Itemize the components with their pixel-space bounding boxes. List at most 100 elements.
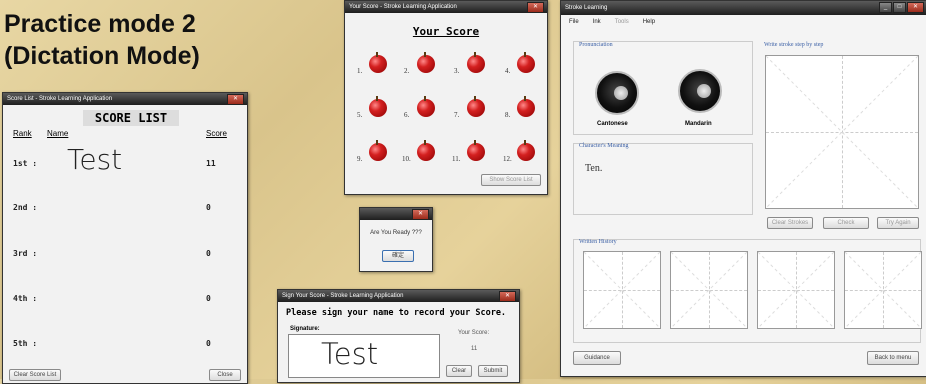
apple-number: 5. [357, 111, 363, 119]
history-label: Written History [579, 239, 617, 245]
rank-label: 1st : [13, 159, 38, 168]
close-icon[interactable]: ✕ [227, 94, 244, 105]
your-score-label: Your Score: [458, 330, 490, 336]
score-name: Test [67, 143, 123, 176]
try-again-button[interactable]: Try Again [877, 217, 919, 229]
score-list-titlebar: Score List - Stroke Learning Application… [3, 93, 247, 105]
apple-number: 11. [452, 155, 461, 163]
menu-ink[interactable]: Ink [593, 16, 601, 28]
canvas-guides [766, 56, 918, 208]
maximize-icon[interactable]: □ [893, 2, 906, 13]
back-to-menu-button[interactable]: Back to menu [867, 351, 919, 365]
apple-icon [467, 52, 485, 73]
cantonese-label: Cantonese [597, 121, 628, 127]
apple-icon [517, 52, 535, 73]
apple-icon [467, 96, 485, 117]
apple-number: 12. [503, 155, 512, 163]
score-value: 0 [206, 339, 211, 348]
meaning-group [573, 143, 753, 215]
write-label: Write stroke step by step [764, 42, 824, 48]
signature-pad[interactable]: Test [288, 334, 440, 378]
apple-icon [369, 52, 387, 73]
sign-score-title: Sign Your Score - Stroke Learning Applic… [282, 293, 404, 299]
apple-icon [517, 96, 535, 117]
show-score-list-button[interactable]: Show Score List [481, 174, 541, 186]
sign-prompt: Please sign your name to record your Sco… [286, 308, 507, 318]
guidance-button[interactable]: Guidance [573, 351, 621, 365]
minimize-icon[interactable]: _ [879, 2, 892, 13]
score-value: 0 [206, 203, 211, 212]
meaning-value: Ten. [585, 163, 603, 174]
slide-title: Practice mode 2 (Dictation Mode) [4, 8, 200, 72]
apple-icon [417, 52, 435, 73]
history-box [583, 251, 661, 329]
apple-number: 10. [402, 155, 411, 163]
mandarin-knob[interactable] [678, 69, 722, 113]
ok-button[interactable]: 確定 [382, 250, 414, 262]
menu-help[interactable]: Help [643, 16, 655, 28]
your-score-value: 11 [471, 346, 478, 352]
submit-button[interactable]: Submit [478, 365, 508, 377]
your-score-window: Your Score - Stroke Learning Application… [344, 0, 548, 195]
clear-strokes-button[interactable]: Clear Strokes [767, 217, 813, 229]
ready-message: Are You Ready ??? [370, 230, 422, 236]
close-icon[interactable]: ✕ [907, 2, 924, 13]
apple-number: 2. [404, 67, 410, 75]
check-button[interactable]: Check [823, 217, 869, 229]
apple-number: 7. [454, 111, 460, 119]
ready-titlebar: ✕ [360, 208, 432, 220]
score-list-window: Score List - Stroke Learning Application… [2, 92, 248, 384]
close-button[interactable]: Close [209, 369, 241, 381]
clear-score-list-button[interactable]: Clear Score List [9, 369, 61, 381]
apple-number: 6. [404, 111, 410, 119]
apple-icon [417, 140, 435, 161]
sign-score-titlebar: Sign Your Score - Stroke Learning Applic… [278, 290, 519, 302]
signature-label: Signature: [290, 326, 320, 332]
apple-number: 3. [454, 67, 460, 75]
main-titlebar: Stroke Learning _ □ ✕ [561, 1, 926, 15]
mandarin-label: Mandarin [685, 121, 712, 127]
col-rank-header: Rank [13, 129, 32, 138]
your-score-heading: Your Score [412, 25, 480, 38]
history-box [757, 251, 835, 329]
ready-dialog: ✕ Are You Ready ??? 確定 [359, 207, 433, 272]
close-icon[interactable]: ✕ [527, 2, 544, 13]
menu-file[interactable]: File [569, 16, 579, 28]
cantonese-knob[interactable] [595, 71, 639, 115]
apple-number: 9. [357, 155, 363, 163]
rank-label: 5th : [13, 339, 38, 348]
rank-label: 3rd : [13, 249, 38, 258]
sign-score-window: Sign Your Score - Stroke Learning Applic… [277, 289, 520, 383]
col-score-header: Score [206, 129, 227, 138]
meaning-label: Character's Meaning [579, 143, 629, 149]
score-list-heading: SCORE LIST [83, 110, 179, 126]
col-name-header: Name [47, 129, 69, 138]
pronunciation-label: Pronunciation [579, 42, 613, 48]
writing-canvas[interactable] [765, 55, 919, 209]
history-box [844, 251, 922, 329]
rank-label: 2nd : [13, 203, 38, 212]
score-value: 0 [206, 249, 211, 258]
your-score-titlebar: Your Score - Stroke Learning Application… [345, 1, 547, 13]
slide-title-line2: (Dictation Mode) [4, 42, 200, 70]
apple-icon [417, 96, 435, 117]
score-value: 11 [206, 159, 216, 168]
apple-icon [369, 96, 387, 117]
slide-title-line1: Practice mode 2 [4, 10, 196, 38]
rank-label: 4th : [13, 294, 38, 303]
close-icon[interactable]: ✕ [412, 209, 429, 220]
signature-value: Test [321, 337, 379, 371]
main-window: Stroke Learning _ □ ✕ File Ink Tools Hel… [560, 0, 926, 377]
history-box [670, 251, 748, 329]
apple-number: 8. [505, 111, 511, 119]
apple-icon [517, 140, 535, 161]
score-list-title: Score List - Stroke Learning Application [7, 96, 113, 102]
your-score-title: Your Score - Stroke Learning Application [349, 4, 457, 10]
menu-bar: File Ink Tools Help [561, 16, 926, 28]
score-value: 0 [206, 294, 211, 303]
menu-tools[interactable]: Tools [615, 16, 629, 28]
close-icon[interactable]: ✕ [499, 291, 516, 302]
main-title: Stroke Learning [565, 5, 608, 11]
clear-signature-button[interactable]: Clear [446, 365, 472, 377]
apple-number: 4. [505, 67, 511, 75]
